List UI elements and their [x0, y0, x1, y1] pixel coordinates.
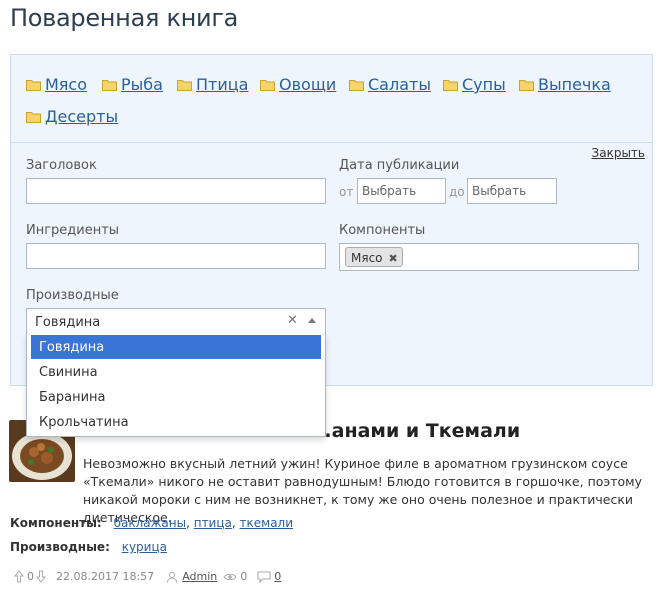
folder-icon — [260, 79, 275, 91]
folder-icon — [349, 79, 364, 91]
category-link-poultry[interactable]: Птица — [177, 75, 248, 94]
arrow-down-icon — [36, 570, 46, 583]
comments-count[interactable]: 0 — [274, 570, 281, 583]
component-link[interactable]: баклажаны — [114, 516, 187, 530]
votes-up-count: 0 — [27, 570, 34, 583]
vote-down[interactable] — [36, 570, 46, 583]
publish-date: 22.08.2017 18:57 — [56, 570, 155, 583]
close-filters-link[interactable]: Закрыть — [592, 146, 645, 160]
chevron-up-icon[interactable] — [308, 318, 316, 323]
component-link[interactable]: ткемали — [240, 516, 294, 530]
views-count: 0 — [240, 570, 248, 583]
folder-icon — [443, 79, 458, 91]
category-label: Десерты — [45, 107, 119, 126]
recipe-derived-row: Производные: курица — [10, 540, 167, 554]
recipe-components-row: Компоненты: баклажаны, птица, ткемали — [10, 516, 294, 530]
components-field-label: Компоненты — [339, 223, 426, 238]
folder-icon — [26, 79, 41, 91]
dropdown-option[interactable]: Свинина — [31, 360, 321, 384]
ingredients-field-label: Ингредиенты — [26, 223, 120, 238]
dropdown-option[interactable]: Говядина — [31, 335, 321, 359]
category-link-vegetables[interactable]: Овощи — [260, 75, 336, 94]
component-chip: Мясо ✖ — [345, 247, 403, 267]
recipe-title[interactable]: ...анами и Ткемали — [310, 420, 520, 442]
derived-field-label: Производные — [26, 288, 119, 303]
author: Admin — [166, 570, 217, 583]
category-label: Рыба — [121, 75, 163, 94]
date-from-input[interactable]: Выбрать — [357, 178, 446, 204]
dropdown-option[interactable]: Крольчатина — [31, 410, 321, 434]
ingredients-input[interactable] — [26, 243, 326, 269]
title-input[interactable] — [26, 178, 326, 204]
category-link-salads[interactable]: Салаты — [349, 75, 431, 94]
remove-chip-icon[interactable]: ✖ — [389, 252, 398, 265]
category-nav: Мясо Рыба Птица Овощи Салаты Супы Выпечк… — [11, 55, 652, 143]
category-label: Мясо — [45, 75, 88, 94]
category-link-fish[interactable]: Рыба — [102, 75, 163, 94]
category-link-baking[interactable]: Выпечка — [519, 75, 611, 94]
folder-icon — [26, 111, 41, 123]
page-title: Поваренная книга — [10, 4, 239, 32]
derived-select[interactable]: Говядина — [26, 308, 326, 335]
arrow-up-icon — [14, 570, 24, 583]
category-link-meat[interactable]: Мясо — [26, 75, 87, 94]
comment-icon — [257, 571, 271, 583]
title-field-label: Заголовок — [26, 158, 97, 173]
folder-icon — [177, 79, 192, 91]
date-from-prefix: от — [339, 185, 354, 199]
folder-icon — [102, 79, 117, 91]
author-link[interactable]: Admin — [182, 570, 217, 583]
component-link[interactable]: птица — [194, 516, 232, 530]
date-field-label: Дата публикации — [339, 158, 460, 173]
user-icon — [167, 571, 178, 583]
category-link-desserts[interactable]: Десерты — [26, 107, 118, 126]
derived-link[interactable]: курица — [122, 540, 167, 554]
date-to-input[interactable]: Выбрать — [467, 178, 557, 204]
category-label: Выпечка — [538, 75, 611, 94]
chip-label: Мясо — [351, 251, 383, 265]
recipe-footer: 0 22.08.2017 18:57 Admin 0 0 — [14, 570, 281, 583]
derived-dropdown: Говядина Свинина Баранина Крольчатина — [26, 333, 326, 437]
components-key: Компоненты: — [10, 516, 102, 530]
date-to-prefix: до — [449, 185, 465, 199]
comments[interactable]: 0 — [257, 570, 281, 583]
folder-icon — [519, 79, 534, 91]
dropdown-option[interactable]: Баранина — [31, 385, 321, 409]
category-label: Салаты — [368, 75, 431, 94]
category-link-soups[interactable]: Супы — [443, 75, 506, 94]
category-label: Супы — [462, 75, 506, 94]
eye-icon — [223, 573, 237, 580]
derived-key: Производные: — [10, 540, 110, 554]
views: 0 — [223, 570, 247, 583]
clear-selection-icon[interactable]: ✕ — [287, 313, 298, 328]
vote-up[interactable]: 0 — [14, 570, 34, 583]
derived-selected-value: Говядина — [35, 315, 101, 330]
category-label: Овощи — [279, 75, 337, 94]
category-label: Птица — [196, 75, 249, 94]
